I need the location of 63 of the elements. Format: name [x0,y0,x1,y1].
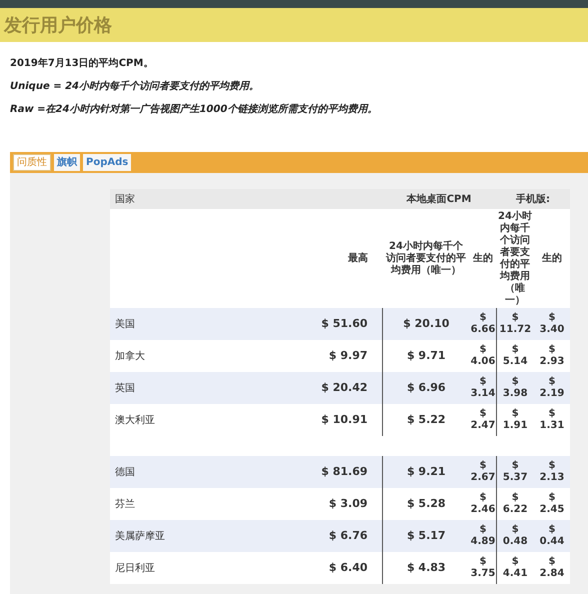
column-header: 生的 [542,253,562,264]
table-cell-text: $ 0.48 [502,524,529,548]
table-cell: $ 4.83 [406,560,446,574]
table-cell-text: $ 2.19 [538,376,566,400]
table-cell: 芬兰 [115,498,135,510]
table-cell: 加拿大 [115,350,145,362]
table-cell-text: $ 3.98 [502,376,529,400]
table-cell: $ 9.97 [328,348,368,362]
table-cell-text: $ 2.45 [538,492,566,516]
table-cell: $ 9.71 [406,348,446,362]
tab[interactable]: PopAds [83,154,132,171]
table-cell-text: $ 2.84 [538,556,566,580]
table-cell-text: $ 5.14 [502,344,529,368]
table-cell: 美国 [115,318,135,330]
column-header: 手机版: [516,194,550,204]
table-cell: $ 2.46 [470,492,496,516]
tab[interactable]: 旗帜 [54,154,80,171]
table-cell-text: $ 6.22 [502,492,529,516]
note-text: Raw =在24小时内针对第一广告视图产生1000个链接浏览所需支付的平均费用。 [10,102,378,117]
table-cell-text: $ 4.41 [502,556,529,580]
table-cell: $ 6.66 [470,312,496,336]
table-cell: $ 20.10 [403,316,450,330]
table-cell: $ 4.06 [470,344,496,368]
table-cell: $ 20.42 [321,380,368,394]
note-text: 2019年7月13日的平均CPM。 [10,56,154,71]
table-cell: $ 4.89 [470,524,496,548]
table-cell-text: $ 2.93 [538,344,566,368]
table-cell: $ 6.40 [328,560,368,574]
table-cell-text: $ 5.37 [502,460,529,484]
table-cell-text: $ 1.31 [538,408,566,432]
page-title: 发行用户价格 [4,14,112,38]
table-cell: $ 11.72 [498,312,532,336]
table-cell: $ 6.76 [328,528,368,542]
table-cell: $ 3.75 [470,556,496,580]
table-cell: $ 9.21 [406,464,446,478]
note-text: Unique = 24小时内每千个访问者要支付的平均费用。 [10,79,259,94]
table-cell: $ 6.96 [406,380,446,394]
table-cell-text: $ 3.40 [538,312,566,336]
table-cell-text: $ 2.13 [538,460,566,484]
table-cell-text: $ 0.44 [538,524,566,548]
table-cell: $ 3.09 [328,496,368,510]
column-header: 24小时内每千个访问者要支付的平均费用（唯一） [386,240,466,276]
table-cell: 英国 [115,382,135,394]
column-header: 生的 [473,253,493,264]
column-header: 24小时内每千个访问者要支付的平均费用（唯一） [498,210,532,306]
table-cell: $ 5.22 [406,412,446,426]
table-cell: 美属萨摩亚 [115,530,165,542]
table-cell: $ 2.47 [470,408,496,432]
column-header: 国家 [115,194,135,204]
table-cell: $ 5.17 [406,528,446,542]
column-header: 本地桌面CPM [406,194,472,204]
table-cell-text: $ 1.91 [502,408,529,432]
table-cell: $ 5.28 [406,496,446,510]
table-cell: 澳大利亚 [115,414,155,426]
table-cell: $ 51.60 [321,316,368,330]
column-header: 最高 [348,253,368,264]
table-cell: $ 2.67 [470,460,496,484]
table-cell: 德国 [115,466,135,478]
table-cell: 尼日利亚 [115,562,155,574]
table-cell: $ 81.69 [321,464,368,478]
tab[interactable]: 问质性 [13,154,51,171]
table-cell: $ 3.14 [470,376,496,400]
table-cell: $ 10.91 [321,412,368,426]
